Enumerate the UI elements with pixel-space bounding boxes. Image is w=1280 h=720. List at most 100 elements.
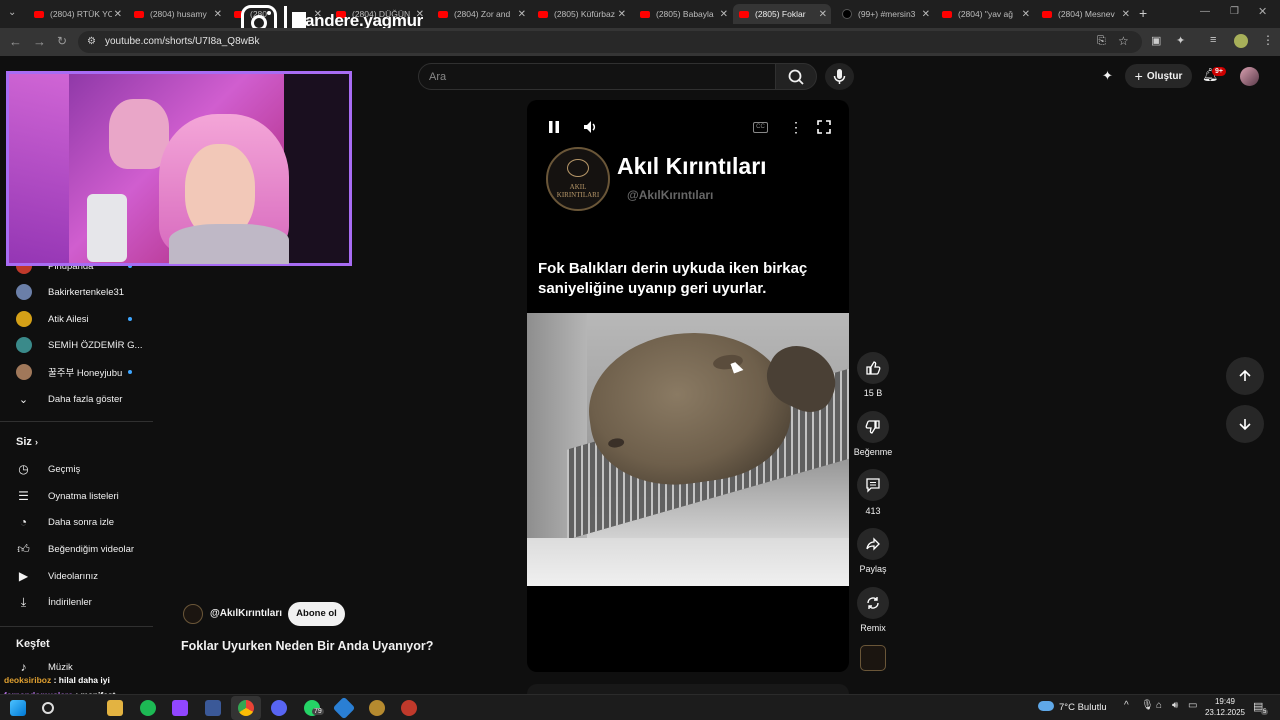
url-field[interactable]: ⚙ youtube.com/shorts/U7I8a_Q8wBk ⎘ ☆ <box>78 31 1142 53</box>
chevron-down-icon: ⌄ <box>18 393 29 406</box>
reload-icon[interactable]: ↻ <box>57 34 67 48</box>
sidebar-item[interactable]: ☰ Oynatma listeleri <box>15 486 119 506</box>
channel-avatar[interactable] <box>183 604 203 624</box>
sidebar-item[interactable]: ◷ Geçmiş <box>15 459 80 479</box>
tray-chevron-icon[interactable]: ^ <box>1124 700 1129 711</box>
browser-tab[interactable]: (2804) Zor and ✕ <box>432 4 530 24</box>
tab-search-icon[interactable]: ⌄ <box>8 7 16 18</box>
audio-source-thumbnail[interactable] <box>860 645 886 671</box>
close-tab-icon[interactable]: ✕ <box>618 9 626 20</box>
show-more-button[interactable]: ⌄ Daha fazla göster <box>15 389 123 409</box>
maximize-button[interactable]: ❐ <box>1230 6 1239 17</box>
sidebar-item-label: Geçmiş <box>48 463 81 475</box>
comments-button[interactable] <box>857 469 889 501</box>
minimize-button[interactable]: — <box>1200 6 1210 17</box>
twitch-icon[interactable] <box>172 700 188 716</box>
puzzle-extensions-icon[interactable]: ✦ <box>1176 34 1185 47</box>
channel-name[interactable]: @AkılKırıntıları <box>210 608 282 619</box>
like-button[interactable] <box>857 352 889 384</box>
volume-icon[interactable] <box>583 120 599 134</box>
browser-menu-icon[interactable]: ⋮ <box>1262 33 1274 47</box>
browser-tab[interactable]: (2805) Foklar ✕ <box>733 4 831 24</box>
app-icon[interactable] <box>205 700 221 716</box>
browser-tab[interactable]: (2805) Babayla ✕ <box>634 4 732 24</box>
close-tab-icon[interactable]: ✕ <box>214 9 222 20</box>
remix-button[interactable] <box>857 587 889 619</box>
browser-tab[interactable]: (2804) Mesnev ✕ <box>1036 4 1134 24</box>
obs-icon[interactable] <box>401 700 417 716</box>
search-button[interactable] <box>775 63 817 90</box>
seal-video-frame[interactable] <box>527 313 849 586</box>
microphone-tray-icon[interactable]: 🎙︎ <box>1141 700 1154 711</box>
browser-tab[interactable]: (99+) #mersin3 ✕ <box>836 4 934 24</box>
sidebar-item[interactable]: ▶ Videolarınız <box>15 566 98 586</box>
back-icon[interactable]: ← <box>9 34 22 49</box>
sidebar-item-music[interactable]: ♪ Müzik <box>15 657 73 677</box>
close-tab-icon[interactable]: ✕ <box>518 9 526 20</box>
share-button[interactable] <box>857 528 889 560</box>
playlist-icon: ☰ <box>18 489 29 503</box>
clock-time[interactable]: 19:49 <box>1207 697 1235 706</box>
thumbs-up-icon <box>866 361 881 375</box>
app-icon[interactable] <box>332 696 356 720</box>
sidebar-item[interactable]: ⤓ İndirilenler <box>15 592 92 612</box>
captions-icon[interactable]: CC <box>753 122 768 133</box>
start-icon[interactable] <box>10 700 26 716</box>
subscribe-button[interactable]: Abone ol <box>288 602 345 626</box>
close-tab-icon[interactable]: ✕ <box>819 9 827 20</box>
ai-sparkle-icon[interactable]: ✦ <box>1102 68 1113 84</box>
discord-icon[interactable] <box>271 700 287 716</box>
more-options-icon[interactable]: ⋮ <box>789 119 803 136</box>
sidebar-subscription-item[interactable]: Atik Ailesi <box>15 309 89 329</box>
close-tab-icon[interactable]: ✕ <box>1022 9 1030 20</box>
sidebar-subscription-item[interactable]: 꿀주부 Honeyjubu <box>15 362 122 382</box>
spotify-icon[interactable] <box>140 700 156 716</box>
extension-icon[interactable]: ▣ <box>1151 34 1161 47</box>
network-icon[interactable]: ⌂ <box>1156 700 1162 711</box>
sidebar-item[interactable]: 👍︎ Beğendiğim videolar <box>15 539 134 559</box>
clock-date[interactable]: 23.12.2025 <box>1200 708 1245 717</box>
you-section-header[interactable]: Siz › <box>16 436 38 448</box>
close-tab-icon[interactable]: ✕ <box>922 9 930 20</box>
close-tab-icon[interactable]: ✕ <box>1122 9 1130 20</box>
battery-icon[interactable]: ▭ <box>1188 700 1197 711</box>
close-tab-icon[interactable]: ✕ <box>720 9 728 20</box>
sidebar-subscription-item[interactable]: SEMİH ÖZDEMİR G... <box>15 335 142 355</box>
fullscreen-icon[interactable] <box>817 120 831 134</box>
chat-username: deoksiriboz <box>4 675 52 685</box>
create-button[interactable]: + Oluştur <box>1125 64 1192 88</box>
sidebar-subscription-item[interactable]: Bakirkertenkele31 <box>15 282 124 302</box>
volume-tray-icon[interactable]: 🔊︎ <box>1172 700 1178 711</box>
previous-short-button[interactable] <box>1226 357 1264 395</box>
browser-tab[interactable]: (2804) "yav ağ ✕ <box>936 4 1034 24</box>
arrow-up-icon <box>1239 369 1251 381</box>
pause-icon[interactable] <box>547 120 561 134</box>
app-icon[interactable] <box>369 700 385 716</box>
account-avatar[interactable] <box>1240 67 1259 86</box>
next-short-button[interactable] <box>1226 405 1264 443</box>
site-info-icon[interactable]: ⚙ <box>87 36 96 47</box>
bookmark-star-icon[interactable]: ☆ <box>1118 34 1129 48</box>
close-window-button[interactable]: ✕ <box>1258 5 1267 18</box>
dislike-button[interactable] <box>857 411 889 443</box>
short-title[interactable]: Foklar Uyurken Neden Bir Anda Uyanıyor? <box>181 639 433 653</box>
forward-icon[interactable]: → <box>33 34 46 49</box>
search-icon[interactable] <box>42 702 54 714</box>
whatsapp-badge: 79 <box>312 708 324 715</box>
install-app-icon[interactable]: ⎘ <box>1097 35 1106 48</box>
file-explorer-icon[interactable] <box>107 700 123 716</box>
new-tab-button[interactable]: + <box>1139 5 1147 21</box>
weather-text[interactable]: 7°C Bulutlu <box>1059 702 1107 713</box>
browser-tab[interactable]: (2805) Küfürbaz ✕ <box>532 4 630 24</box>
tab-groups-icon[interactable]: ≡ <box>1210 34 1216 46</box>
sidebar-item[interactable]: ◔ Daha sonra izle <box>15 512 114 532</box>
browser-tab[interactable]: (2804) RTÜK YO ✕ <box>28 4 126 24</box>
streamer-hoodie <box>169 224 289 264</box>
close-tab-icon[interactable]: ✕ <box>114 9 122 20</box>
profile-avatar[interactable] <box>1234 34 1248 48</box>
browser-tab[interactable]: (2804) husamy ✕ <box>128 4 226 24</box>
voice-search-button[interactable] <box>825 63 854 90</box>
chrome-icon[interactable] <box>238 700 254 716</box>
search-input[interactable]: Ara <box>418 63 776 90</box>
shorts-player[interactable]: CC ⋮ AKIL KIRINTILARI Akıl Kırıntıları @… <box>527 100 849 672</box>
